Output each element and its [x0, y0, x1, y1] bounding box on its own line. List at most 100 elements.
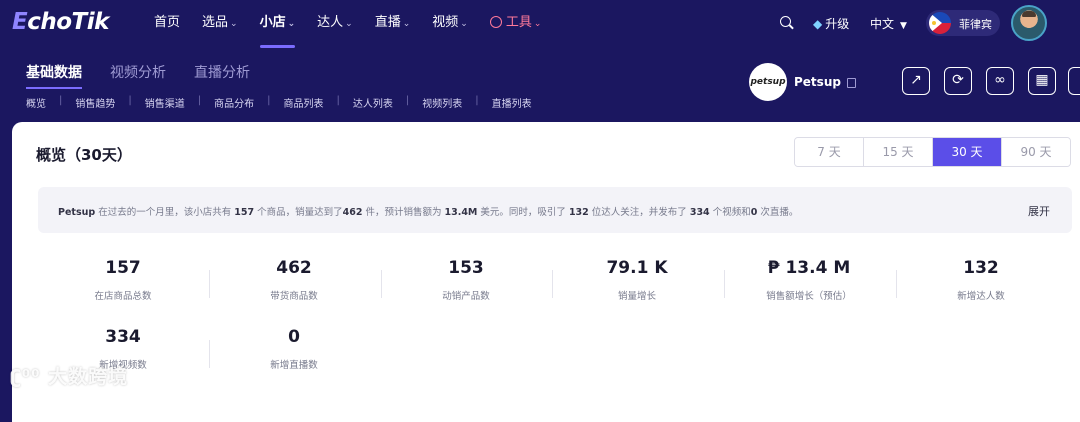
stat-total-products: 157 在店商品总数: [38, 258, 208, 302]
range-15-days[interactable]: 15 天: [864, 138, 933, 166]
main-nav: 首页 选品 ⌄ 小店 ⌄ 达人 ⌄ 直播 ⌄ 视频 ⌄ 工具 ⌄: [154, 0, 563, 48]
expand-button[interactable]: 展开: [1028, 203, 1050, 219]
search-icon[interactable]: [780, 16, 791, 27]
nav-live-label: 直播: [374, 15, 401, 30]
separator: |: [59, 95, 63, 106]
chevron-down-icon: ⌄: [402, 19, 411, 29]
shop-logo: petsup: [749, 63, 787, 101]
summary-creators: 132: [568, 207, 589, 218]
summary-box: Petsup 在过去的一个月里，该小店共有 157 个商品，销量达到了462 件…: [38, 187, 1072, 233]
stat-value: ₱ 13.4 M: [767, 258, 851, 278]
top-navbar: EchoTik 首页 选品 ⌄ 小店 ⌄ 达人 ⌄ 直播 ⌄ 视频 ⌄ 工具 ⌄ ◆ 升级 中…: [0, 0, 1080, 48]
summary-videos: 334: [689, 207, 710, 218]
subnav-product-list[interactable]: 商品列表: [284, 95, 324, 110]
language-select[interactable]: 中文 ▼: [870, 15, 907, 32]
upgrade-button[interactable]: ◆ 升级: [813, 15, 849, 32]
nav-products-label: 选品: [202, 15, 229, 30]
separator: |: [197, 95, 202, 106]
analysis-tabs: 基础数据 视频分析 直播分析: [26, 62, 278, 89]
subnav-video-list[interactable]: 视频列表: [422, 95, 462, 110]
logo-text: choTik: [27, 9, 109, 35]
overview-title: 概览（30天）: [36, 146, 132, 164]
nav-tools[interactable]: 工具 ⌄: [489, 0, 542, 48]
stat-sales-growth: 79.1 K 销量增长: [552, 258, 722, 302]
diamond-icon: ◆: [813, 17, 823, 31]
stat-label: 动销产品数: [442, 291, 490, 302]
tools-icon: [489, 16, 502, 28]
qr-code-icon[interactable]: ▦: [1028, 67, 1056, 95]
stat-value: 334: [105, 327, 141, 347]
nav-home[interactable]: 首页: [154, 0, 180, 48]
separator: |: [336, 95, 340, 106]
range-90-days[interactable]: 90 天: [1002, 138, 1070, 166]
copy-icon[interactable]: [847, 78, 856, 88]
stat-value: 0: [288, 327, 300, 347]
stat-label: 新增达人数: [957, 291, 1005, 302]
user-avatar[interactable]: [1011, 5, 1047, 41]
date-range-selector: 7 天 15 天 30 天 90 天: [794, 137, 1071, 167]
watermark-logo: ʗ⁰⁰ 大数跨境: [10, 366, 129, 388]
logo-prefix: E: [12, 9, 28, 35]
caret-down-icon: ▼: [900, 21, 907, 31]
section-nav: 概览 | 销售趋势 | 销售渠道 | 商品分布 | 商品列表 | 达人列表 | 视频列表 | …: [26, 95, 532, 110]
range-7-days[interactable]: 7 天: [795, 138, 864, 166]
subnav-product-distribution[interactable]: 商品分布: [214, 95, 254, 110]
separator: |: [267, 95, 271, 106]
summary-sales: 462: [342, 207, 363, 218]
range-30-days[interactable]: 30 天: [933, 138, 1002, 166]
chevron-down-icon: ⌄: [533, 19, 542, 29]
nav-tools-label: 工具: [505, 15, 532, 30]
subnav-overview[interactable]: 概览: [26, 95, 46, 110]
stat-moving-products: 153 动销产品数: [381, 258, 551, 302]
stat-revenue-growth: ₱ 13.4 M 销售额增长（预估）: [724, 258, 894, 302]
stat-label: 在店商品总数: [94, 291, 152, 302]
stat-label: 销量增长: [617, 291, 656, 302]
favorite-icon[interactable]: [1068, 67, 1080, 95]
summary-part: 件，预计销售额为: [362, 207, 445, 218]
summary-part: 在过去的一个月里，该小店共有: [95, 207, 235, 218]
separator: |: [405, 95, 410, 106]
tab-video-analysis[interactable]: 视频分析: [110, 62, 166, 82]
echotik-logo[interactable]: EchoTik: [12, 9, 109, 35]
watermark-text: 大数跨境: [48, 366, 129, 388]
region-select[interactable]: 菲律宾: [926, 10, 1000, 36]
chevron-down-icon: ⌄: [345, 19, 353, 29]
share-icon[interactable]: ↗: [902, 67, 930, 95]
stat-value: 157: [105, 258, 141, 278]
nav-products[interactable]: 选品 ⌄: [202, 0, 238, 48]
upgrade-label: 升级: [825, 17, 850, 31]
stat-value: 132: [963, 258, 999, 278]
philippines-flag-icon: [929, 12, 951, 34]
nav-live[interactable]: 直播 ⌄: [375, 0, 411, 48]
separator: |: [475, 95, 479, 106]
summary-part: 次直播。: [757, 207, 799, 218]
stat-selling-products: 462 带货商品数: [209, 258, 379, 302]
summary-part: 个商品，销量达到了: [254, 207, 343, 218]
link-icon[interactable]: ∞: [986, 67, 1014, 95]
stat-new-lives: 0 新增直播数: [209, 327, 379, 371]
summary-part: 位达人关注，并发布了: [588, 207, 690, 218]
chevron-down-icon: ⌄: [460, 19, 468, 29]
nav-creators[interactable]: 达人 ⌄: [317, 0, 353, 48]
nav-videos-label: 视频: [432, 15, 459, 30]
tab-basic-data[interactable]: 基础数据: [26, 62, 82, 89]
nav-creators-label: 达人: [317, 15, 344, 30]
nav-shops[interactable]: 小店 ⌄: [259, 0, 295, 48]
chevron-down-icon: ⌄: [230, 19, 238, 29]
overview-card: 概览（30天） 7 天 15 天 30 天 90 天 Petsup 在过去的一个…: [12, 122, 1080, 422]
refresh-icon[interactable]: ⟳: [944, 67, 972, 95]
subnav-live-list[interactable]: 直播列表: [492, 95, 532, 110]
summary-part: 美元。同时，吸引了: [477, 207, 569, 218]
stat-label: 新增直播数: [270, 360, 318, 371]
separator: |: [128, 95, 132, 106]
summary-part: 个视频和: [709, 207, 751, 218]
subnav-creator-list[interactable]: 达人列表: [353, 95, 393, 110]
subnav-sales-channel[interactable]: 销售渠道: [145, 95, 185, 110]
stat-value: 153: [448, 258, 484, 278]
subnav-sales-trend[interactable]: 销售趋势: [75, 95, 115, 110]
language-label: 中文: [870, 17, 895, 31]
nav-shops-label: 小店: [259, 15, 286, 30]
nav-home-label: 首页: [154, 15, 181, 30]
nav-videos[interactable]: 视频 ⌄: [432, 0, 468, 48]
tab-live-analysis[interactable]: 直播分析: [194, 62, 250, 82]
